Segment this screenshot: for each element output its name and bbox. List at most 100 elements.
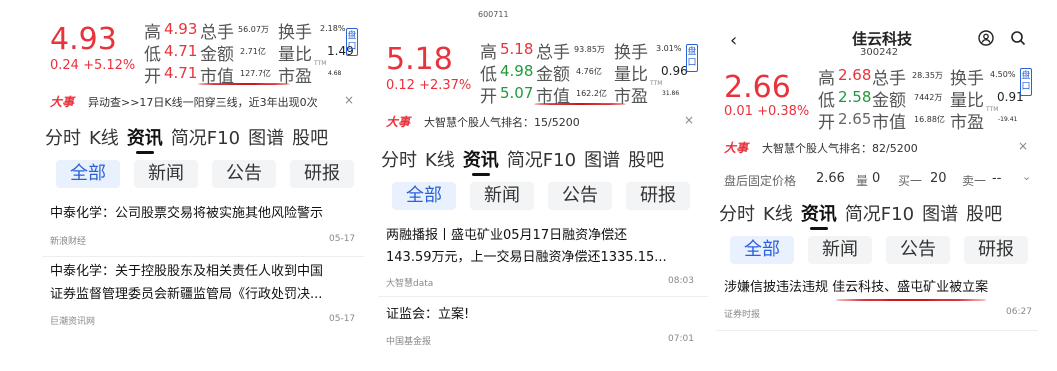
news-time: 05-17 (329, 234, 356, 244)
order-book-tab[interactable]: 盘口 (346, 28, 358, 56)
low-value: 4.71 (164, 42, 198, 60)
tab-graph[interactable]: 图谱 (922, 200, 958, 226)
market-cap-value: 16.88亿 (914, 115, 945, 124)
tab-forum[interactable]: 股吧 (966, 200, 1002, 226)
tab-f10[interactable]: 简况F10 (171, 124, 240, 150)
news-title[interactable]: 涉嫌信披违法违规 佳云科技、盛屯矿业被立案 (724, 278, 988, 298)
stock-name: 佳云科技 (852, 30, 913, 48)
after-hours-vol-label: 量 (856, 174, 869, 188)
tab-kline[interactable]: K线 (89, 124, 119, 150)
red-underline-annotation (534, 103, 626, 105)
after-hours-sell: -- (992, 171, 1002, 186)
market-cap-label: 市值 (872, 113, 906, 133)
event-text[interactable]: 异动查>>17日K线一阳穿三线，近3年出现0次 (88, 94, 318, 110)
event-badge: 大事 (50, 95, 75, 109)
subtab-news[interactable]: 新闻 (808, 236, 872, 264)
subtab-all[interactable]: 全部 (730, 236, 794, 264)
back-arrow-icon[interactable]: ‹ (730, 30, 737, 51)
pe-ttm-tag: TTM (314, 60, 327, 67)
subtab-all[interactable]: 全部 (392, 182, 456, 210)
subtab-news[interactable]: 新闻 (134, 160, 198, 188)
search-icon[interactable] (1010, 30, 1026, 50)
subtab-all[interactable]: 全部 (56, 160, 120, 188)
news-title-line2[interactable]: 143.59万元，上一交易日融资净偿还1335.15... (386, 248, 667, 268)
event-badge: 大事 (386, 115, 411, 129)
news-time: 07:01 (668, 334, 694, 344)
open-label: 开 (144, 67, 161, 87)
last-price: 4.93 (50, 22, 117, 57)
pe-value: -19.41 (998, 116, 1018, 123)
tab-timeshare[interactable]: 分时 (45, 124, 81, 150)
chevron-down-icon[interactable]: ⌄ (1022, 170, 1031, 183)
tab-timeshare[interactable]: 分时 (381, 146, 417, 172)
news-title[interactable]: 中泰化学：公司股票交易将被实施其他风险警示 (50, 204, 323, 224)
news-title[interactable]: 证监会：立案! (386, 305, 469, 325)
main-tabs: 分时 K线 资讯 简况F10 图谱 股吧 (45, 124, 328, 150)
market-cap-value: 162.2亿 (576, 89, 607, 98)
close-icon[interactable]: × (344, 93, 354, 107)
low-value: 4.98 (500, 62, 534, 80)
subtab-announcements[interactable]: 公告 (212, 160, 276, 188)
subtab-news[interactable]: 新闻 (470, 182, 534, 210)
stock-code: 300242 (860, 47, 899, 58)
high-value: 4.93 (164, 20, 198, 38)
subtab-research[interactable]: 研报 (964, 236, 1028, 264)
subtab-announcements[interactable]: 公告 (886, 236, 950, 264)
screenshot-collage: 4.93 0.24 +5.12% 高 4.93 低 4.71 开 4.71 总手… (0, 0, 1057, 371)
subtab-announcements[interactable]: 公告 (548, 182, 612, 210)
open-value: 2.65 (838, 110, 872, 128)
last-price: 2.66 (724, 70, 791, 105)
news-source: 大智慧data (386, 279, 434, 289)
subtab-research[interactable]: 研报 (290, 160, 354, 188)
after-hours-price: 2.66 (816, 171, 845, 186)
volume-value: 28.35万 (912, 71, 943, 80)
divider (42, 256, 364, 257)
stock-panel-zhongtai: 4.93 0.24 +5.12% 高 4.93 低 4.71 开 4.71 总手… (42, 0, 364, 371)
pe-ttm-tag: TTM (650, 80, 663, 87)
divider (378, 296, 708, 297)
tab-kline[interactable]: K线 (425, 146, 455, 172)
tab-kline[interactable]: K线 (763, 200, 793, 226)
stock-panel-shengtun: 600711 5.18 0.12 +2.37% 高 5.18 低 4.98 开 … (378, 0, 708, 371)
main-tabs: 分时 K线 资讯 简况F10 图谱 股吧 (719, 200, 1002, 226)
tab-f10[interactable]: 简况F10 (507, 146, 576, 172)
news-title-line2[interactable]: 证券监督管理委员会新疆监管局《行政处罚决... (50, 285, 322, 305)
news-subtabs: 全部 新闻 公告 研报 (56, 160, 354, 188)
open-value: 5.07 (500, 84, 534, 102)
tab-forum[interactable]: 股吧 (628, 146, 664, 172)
order-book-tab[interactable]: 盘口 (1020, 68, 1032, 96)
subtab-research[interactable]: 研报 (626, 182, 690, 210)
tab-timeshare[interactable]: 分时 (719, 200, 755, 226)
event-text[interactable]: 大智慧个股人气排名：15/5200 (424, 114, 580, 130)
open-value: 4.71 (164, 64, 198, 82)
close-icon[interactable]: × (1018, 139, 1028, 153)
red-underline-annotation (836, 299, 986, 301)
news-time: 05-17 (329, 314, 356, 324)
volume-value: 93.85万 (574, 45, 605, 54)
news-title-line1[interactable]: 两融播报丨盛屯矿业05月17日融资净偿还 (386, 226, 627, 246)
user-icon[interactable] (978, 30, 994, 50)
tab-f10[interactable]: 简况F10 (845, 200, 914, 226)
tab-forum[interactable]: 股吧 (292, 124, 328, 150)
tab-graph[interactable]: 图谱 (248, 124, 284, 150)
price-change: 0.01 +0.38% (724, 104, 810, 119)
amount-value: 7442万 (914, 93, 943, 102)
pe-ttm-tag: TTM (986, 106, 999, 113)
news-title-line1[interactable]: 中泰化学：关于控股股东及相关责任人收到中国 (50, 262, 323, 282)
tab-news[interactable]: 资讯 (801, 200, 837, 226)
amount-value: 4.76亿 (576, 67, 602, 76)
close-icon[interactable]: × (684, 113, 694, 127)
news-subtabs: 全部 新闻 公告 研报 (392, 182, 690, 210)
order-book-tab[interactable]: 盘口 (686, 44, 698, 72)
red-underline-annotation (198, 83, 290, 85)
tab-graph[interactable]: 图谱 (584, 146, 620, 172)
after-hours-buy: 20 (930, 171, 947, 186)
event-text[interactable]: 大智慧个股人气排名：82/5200 (762, 140, 918, 156)
stock-panel-jiayun: ‹ 佳云科技 300242 2.66 0.01 +0.38% 高 2.68 低 … (716, 0, 1038, 371)
tab-news[interactable]: 资讯 (463, 146, 499, 172)
high-value: 2.68 (838, 66, 872, 84)
event-badge: 大事 (724, 141, 749, 155)
volume-value: 56.07万 (238, 25, 269, 34)
tab-news[interactable]: 资讯 (127, 124, 163, 150)
news-time: 08:03 (668, 276, 694, 286)
